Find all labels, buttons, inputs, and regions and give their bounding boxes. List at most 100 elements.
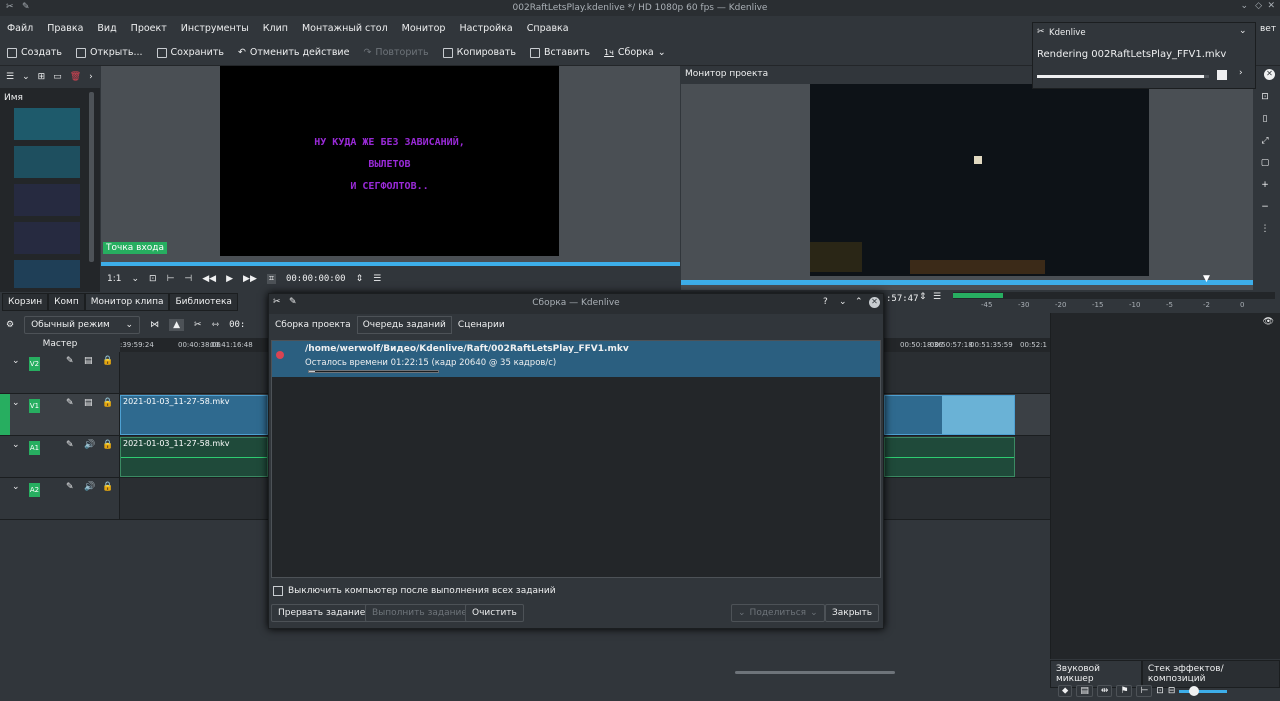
tab-compositions[interactable]: Комп: [48, 293, 85, 311]
bin-scrollbar[interactable]: [89, 92, 94, 262]
shutdown-checkbox[interactable]: [273, 586, 283, 596]
razor-icon[interactable]: ✂: [194, 320, 202, 330]
chevron-down-icon[interactable]: ⌄: [22, 72, 30, 82]
share-button[interactable]: ⌄ Поделиться ⌄: [731, 604, 825, 622]
close-icon[interactable]: ✕: [869, 297, 880, 308]
film-icon[interactable]: ▤: [84, 356, 93, 366]
eye-icon[interactable]: 👁: [1263, 317, 1274, 327]
select-tool-icon[interactable]: ▲: [169, 319, 184, 331]
zoom-select[interactable]: 1:1: [107, 274, 121, 284]
tab-render-project[interactable]: Сборка проекта: [269, 316, 357, 334]
menu-icon[interactable]: ☰: [373, 274, 381, 284]
close-button[interactable]: Закрыть: [825, 604, 880, 622]
menu-item[interactable]: Вид: [90, 23, 123, 34]
start-job-button[interactable]: Выполнить задание: [365, 604, 474, 622]
spacer-icon[interactable]: ⇿: [212, 320, 220, 330]
effect-icon[interactable]: ✎: [66, 440, 74, 450]
redo-button[interactable]: ↷ Повторить: [356, 47, 435, 58]
lock-icon[interactable]: 🔒: [102, 356, 113, 366]
video-clip[interactable]: 2021-01-03_11-27-58.mkv: [120, 395, 268, 435]
speaker-icon[interactable]: 🔊: [84, 482, 95, 492]
spin-icon[interactable]: ⇕: [919, 292, 927, 302]
abort-job-button[interactable]: Прервать задание: [271, 604, 373, 622]
copy-button[interactable]: Копировать: [436, 47, 523, 58]
forward-icon[interactable]: ▶▶: [243, 274, 257, 284]
menu-item[interactable]: Инструменты: [174, 23, 256, 34]
settings-icon[interactable]: ⚙: [6, 320, 14, 330]
chevron-right-icon[interactable]: ›: [1239, 68, 1243, 78]
chevron-down-icon[interactable]: ⌄: [1239, 26, 1247, 36]
collapse-icon[interactable]: ⌄: [12, 398, 20, 408]
zoom-out-icon[interactable]: ⊟: [1168, 686, 1176, 696]
snap-icon[interactable]: ⋈: [150, 320, 159, 330]
timeline-scrollbar[interactable]: [735, 671, 895, 674]
effect-icon[interactable]: ✎: [66, 482, 74, 492]
master-track-label[interactable]: Мастер: [0, 338, 120, 352]
delete-icon[interactable]: 🗑: [70, 72, 81, 82]
tab-job-queue[interactable]: Очередь заданий: [356, 316, 452, 334]
fit-icon[interactable]: ⊡: [149, 274, 157, 284]
spin-icon[interactable]: ⇕: [356, 274, 364, 284]
effect-icon[interactable]: ✎: [66, 398, 74, 408]
split-icon[interactable]: ⇹: [1096, 685, 1113, 697]
expand-icon[interactable]: ⤢: [1261, 136, 1268, 146]
menu-item[interactable]: Клип: [256, 23, 295, 34]
flag-icon[interactable]: ⚑: [1116, 685, 1133, 697]
lock-icon[interactable]: 🔒: [102, 398, 113, 408]
frame-icon[interactable]: ▯: [1263, 114, 1268, 124]
tab-clip-monitor[interactable]: Монитор клипа: [84, 293, 170, 311]
paste-button[interactable]: Вставить: [523, 47, 597, 58]
open-button[interactable]: Открыть...: [69, 47, 149, 58]
menu-item[interactable]: Правка: [40, 23, 90, 34]
collapse-icon[interactable]: ⌄: [12, 482, 20, 492]
close-window-icon[interactable]: ✕: [1267, 1, 1275, 11]
close-icon[interactable]: ✕: [1264, 69, 1275, 80]
clip-thumbnail[interactable]: [14, 108, 80, 140]
audio-clip[interactable]: [884, 437, 1015, 477]
fit-icon[interactable]: ⊡: [1156, 686, 1164, 696]
set-in-icon[interactable]: ⊢: [167, 274, 175, 284]
undo-button[interactable]: ↶ Отменить действие: [231, 47, 357, 58]
clip-thumbnail[interactable]: [14, 146, 80, 178]
tag-icon[interactable]: ▭: [53, 72, 62, 82]
render-button[interactable]: 1ч Сборка ⌄: [597, 47, 673, 58]
menu-item[interactable]: Настройка: [452, 23, 519, 34]
film-icon[interactable]: ▤: [1076, 685, 1093, 697]
timeline-timecode[interactable]: 00:: [229, 320, 245, 330]
playhead-marker-icon[interactable]: ▼: [1203, 274, 1210, 284]
collapse-icon[interactable]: ⌄: [12, 356, 20, 366]
maximize-icon[interactable]: ◇: [1255, 1, 1262, 11]
project-monitor-ruler[interactable]: [681, 280, 1253, 285]
video-clip[interactable]: [884, 395, 1015, 435]
tab-scripts[interactable]: Сценарии: [452, 316, 511, 334]
menu-item[interactable]: Справка: [520, 23, 576, 34]
job-row[interactable]: /home/werwolf/Видео/Kdenlive/Raft/002Raf…: [272, 341, 880, 377]
speaker-icon[interactable]: 🔊: [84, 440, 95, 450]
chevron-right-icon[interactable]: ›: [89, 72, 93, 82]
zoom-in-icon[interactable]: +: [1261, 180, 1269, 190]
menu-item[interactable]: Файл: [0, 23, 40, 34]
help-icon[interactable]: ?: [823, 297, 828, 307]
rewind-icon[interactable]: ◀◀: [202, 274, 216, 284]
chevron-down-icon[interactable]: ⌄: [131, 274, 139, 284]
menu-item[interactable]: Проект: [124, 23, 174, 34]
lock-icon[interactable]: 🔒: [102, 440, 113, 450]
save-button[interactable]: Сохранить: [150, 47, 231, 58]
play-icon[interactable]: ▶: [226, 274, 233, 284]
crop-icon[interactable]: ⌗: [266, 274, 276, 284]
edit-mode-select[interactable]: Обычный режим ⌄: [24, 316, 141, 334]
clear-button[interactable]: Очистить: [465, 604, 524, 622]
project-timecode[interactable]: :57:47: [886, 294, 919, 304]
lock-icon[interactable]: 🔒: [102, 482, 113, 492]
audio-clip[interactable]: 2021-01-03_11-27-58.mkv: [120, 437, 268, 477]
fit-icon[interactable]: ⊡: [1261, 92, 1269, 102]
more-icon[interactable]: ⋮: [1261, 224, 1270, 234]
zoom-out-icon[interactable]: −: [1261, 202, 1269, 212]
tab-library[interactable]: Библиотека: [169, 293, 238, 311]
create-button[interactable]: Создать: [0, 47, 69, 58]
tag-icon[interactable]: ⬥: [1058, 685, 1073, 697]
square-icon[interactable]: ▢: [1261, 158, 1270, 168]
minimize-icon[interactable]: ⌄: [839, 297, 847, 307]
menu-item[interactable]: Монитор: [395, 23, 453, 34]
maximize-icon[interactable]: ⌃: [855, 297, 863, 307]
